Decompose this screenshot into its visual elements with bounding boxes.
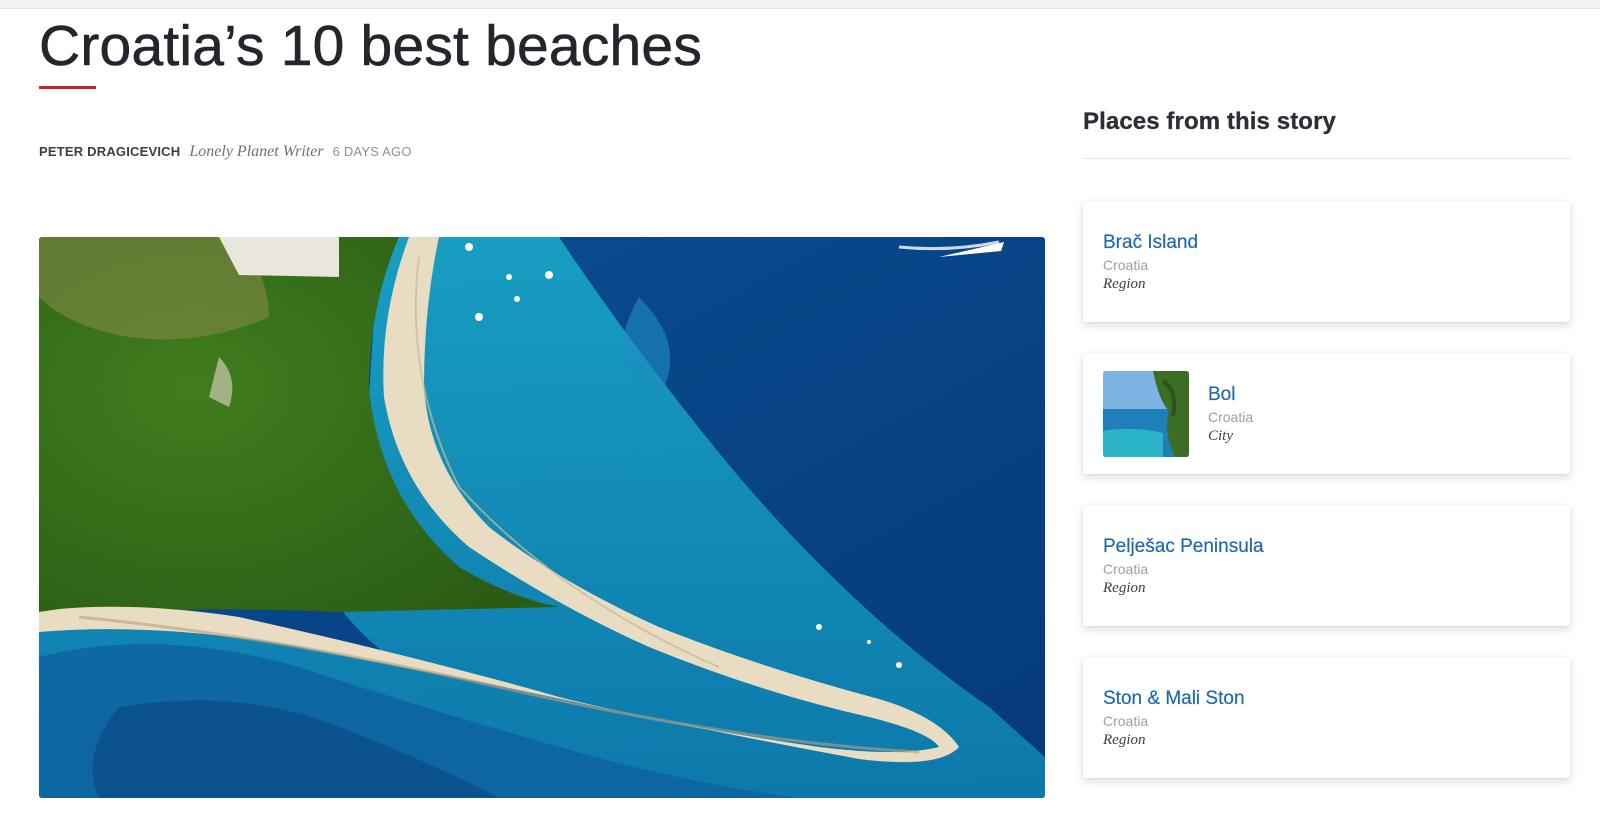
place-card-brac-island[interactable]: Brač Island Croatia Region: [1083, 202, 1570, 322]
place-text: Pelješac Peninsula Croatia Region: [1103, 535, 1264, 597]
place-card-peljesac-peninsula[interactable]: Pelješac Peninsula Croatia Region: [1083, 506, 1570, 626]
place-name-link[interactable]: Bol: [1208, 383, 1253, 407]
place-country: Croatia: [1103, 713, 1149, 729]
place-text: Bol Croatia City: [1208, 383, 1253, 445]
place-type: Region: [1103, 276, 1146, 292]
place-text: Ston & Mali Ston Croatia Region: [1103, 687, 1245, 749]
place-country: Croatia: [1208, 409, 1254, 425]
publish-time: 6 DAYS AGO: [332, 144, 412, 159]
place-card-ston-mali-ston[interactable]: Ston & Mali Ston Croatia Region: [1083, 658, 1570, 778]
author-name[interactable]: PETER DRAGICEVICH: [39, 144, 180, 159]
place-name-link[interactable]: Brač Island: [1103, 231, 1198, 255]
author-role: Lonely Planet Writer: [189, 143, 324, 160]
hero-image: [39, 237, 1045, 798]
place-text: Brač Island Croatia Region: [1103, 231, 1198, 293]
place-country: Croatia: [1103, 561, 1149, 577]
place-type: City: [1208, 428, 1233, 444]
top-bar-rule: [0, 0, 1600, 9]
place-country: Croatia: [1103, 257, 1149, 273]
place-type: Region: [1103, 732, 1146, 748]
place-type: Region: [1103, 580, 1146, 596]
sidebar-divider: [1083, 158, 1571, 159]
article-title: Croatia’s 10 best beaches: [39, 14, 703, 79]
byline: PETER DRAGICEVICH Lonely Planet Writer 6…: [39, 143, 412, 163]
beach-aerial-photo: [39, 237, 1045, 798]
sidebar-title: Places from this story: [1083, 108, 1336, 135]
title-accent-rule: [39, 86, 96, 89]
bol-thumbnail-photo: [1103, 371, 1189, 457]
place-thumbnail[interactable]: [1103, 371, 1189, 457]
place-name-link[interactable]: Pelješac Peninsula: [1103, 535, 1264, 559]
place-name-link[interactable]: Ston & Mali Ston: [1103, 687, 1245, 711]
place-card-bol[interactable]: Bol Croatia City: [1083, 354, 1570, 474]
